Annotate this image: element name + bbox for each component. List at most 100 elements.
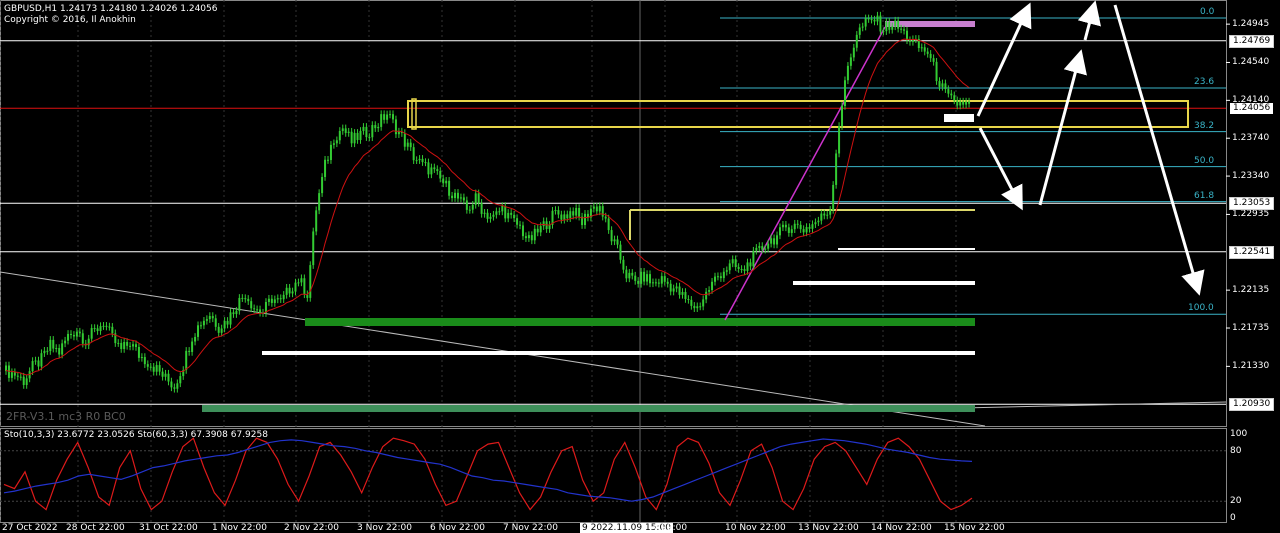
candle-body (613, 239, 616, 242)
candle-body (143, 357, 146, 365)
candle-body (923, 47, 926, 52)
candle-body (321, 176, 324, 194)
price-chart[interactable] (0, 0, 1280, 532)
candle-body (539, 226, 542, 233)
candle-body (734, 259, 737, 268)
candle-body (350, 131, 353, 144)
candle-body (93, 328, 96, 330)
candle-body (273, 299, 276, 303)
candle-body (817, 220, 820, 223)
candle-body (158, 365, 161, 372)
candle-body (675, 286, 678, 289)
candle-body (826, 214, 829, 216)
candle-body (406, 142, 409, 147)
y-tick-label: 1.24540 (1232, 57, 1270, 68)
stochastic-pane-frame (0, 428, 1227, 523)
candle-body (719, 276, 722, 279)
candle-body (693, 305, 696, 309)
candle-body (802, 229, 805, 233)
candle-body (123, 341, 126, 349)
fib-level-label: 23.6 (1194, 77, 1215, 88)
candle-body (199, 325, 202, 327)
candle-body (870, 19, 873, 21)
candle-body (713, 276, 716, 282)
candle-body (702, 299, 705, 307)
candle-body (835, 153, 838, 185)
candle-body (241, 297, 244, 299)
candle-body (784, 224, 787, 228)
candle-body (445, 180, 448, 184)
candle-body (684, 292, 687, 299)
candle-body (188, 350, 191, 352)
candle-body (793, 223, 796, 230)
candle-body (823, 213, 826, 216)
y-tick-label: 1.21330 (1232, 361, 1270, 372)
candle-body (737, 267, 740, 270)
candle-body (433, 167, 436, 170)
candle-body (864, 18, 867, 27)
candle-body (288, 287, 291, 294)
candle-body (223, 320, 226, 329)
candle-body (232, 312, 235, 315)
candle-body (456, 192, 459, 199)
copyright-text: Copyright © 2016, Il Anokhin (4, 15, 136, 25)
candle-body (894, 20, 897, 27)
candle-body (58, 348, 61, 355)
candle-body (838, 126, 841, 154)
candle-body (25, 378, 28, 385)
candle-body (55, 348, 58, 350)
candle-body (40, 353, 43, 367)
candle-body (533, 228, 536, 241)
stochastic-y-tick-label: 100 (1230, 429, 1248, 439)
candle-body (430, 167, 433, 175)
candle-body (132, 344, 135, 347)
candle-body (950, 93, 953, 96)
candle-body (944, 83, 947, 90)
candle-body (740, 269, 743, 271)
candle-body (672, 288, 675, 292)
candle-body (678, 286, 681, 295)
candle-body (49, 339, 52, 352)
candle-body (377, 126, 380, 129)
candle-body (409, 142, 412, 148)
candle-body (34, 360, 37, 362)
candle-body (235, 310, 238, 315)
candle-body (607, 218, 610, 231)
candle-body (811, 224, 814, 229)
trading-chart-window: GBPUSD,H1 1.24173 1.24180 1.24026 1.2405… (0, 0, 1280, 533)
candle-body (743, 269, 746, 271)
candle-body (421, 158, 424, 163)
candle-body (179, 376, 182, 384)
price-level-tag: 1.23053 (1229, 197, 1275, 211)
candle-body (495, 211, 498, 215)
candle-body (217, 326, 220, 333)
candle-body (938, 81, 941, 87)
candle-body (332, 143, 335, 145)
stochastic-slow-line (3, 438, 973, 502)
forecast-arrow (1077, 0, 1101, 41)
candle-body (610, 230, 613, 242)
candle-body (926, 51, 929, 54)
candle-body (46, 350, 49, 352)
candle-body (876, 15, 879, 22)
candle-body (75, 331, 78, 337)
candle-body (338, 130, 341, 141)
candle-body (324, 159, 327, 177)
stochastic-fast-line (3, 437, 973, 511)
candle-body (386, 114, 389, 120)
fib-level-label: 50.0 (1194, 155, 1215, 166)
candle-body (191, 341, 194, 352)
candle-body (442, 178, 445, 184)
indicator-watermark: 2FR-V3.1 mc3 R0 BC0 (6, 410, 126, 423)
candle-body (335, 140, 338, 144)
candle-body (185, 350, 188, 371)
candle-body (427, 162, 430, 175)
candle-body (96, 328, 99, 332)
candle-body (855, 34, 858, 48)
forecast-arrow (1038, 49, 1087, 206)
candle-body (572, 211, 575, 216)
current-price-marker (944, 114, 974, 122)
candle-body (879, 15, 882, 32)
candle-body (282, 294, 285, 300)
candle-body (548, 224, 551, 230)
